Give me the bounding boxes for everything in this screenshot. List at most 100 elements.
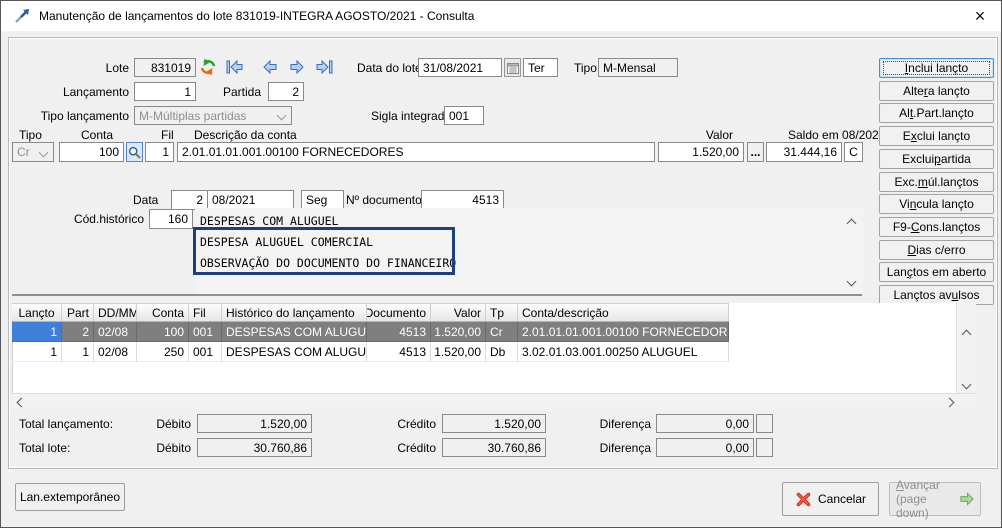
- debito-label: Débito: [156, 441, 191, 455]
- scroll-down-icon[interactable]: [961, 379, 972, 390]
- side-button-3[interactable]: Al t .Part.lançto: [879, 103, 994, 123]
- sigla-integrada-label: Sigla integrada: [371, 109, 452, 123]
- side-button-9[interactable]: Dias c/erro: [879, 240, 994, 260]
- lote-field[interactable]: 831019: [134, 58, 196, 77]
- entry-saldo-field[interactable]: 31.444,16: [766, 142, 842, 162]
- grid-header-cell[interactable]: Documento: [367, 303, 431, 322]
- data-month-field[interactable]: 08/2021: [207, 190, 294, 210]
- table-cell: 3.02.01.03.001.00250 ALUGUEL: [518, 342, 729, 362]
- grid-header-cell[interactable]: DD/MM: [94, 303, 137, 322]
- scroll-up-icon[interactable]: [846, 218, 857, 229]
- refresh-button[interactable]: [199, 58, 217, 76]
- table-cell: 1: [62, 342, 94, 362]
- nav-prev-button[interactable]: [261, 59, 278, 75]
- partida-label: Partida: [223, 85, 262, 99]
- table-cell: Cr: [486, 322, 518, 342]
- advance-button[interactable]: Avançar (page down): [889, 478, 981, 520]
- grid-horizontal-scrollbar[interactable]: [12, 393, 975, 410]
- window-title: Manutenção de lançamentos do lote 831019…: [39, 9, 475, 23]
- saldo-dc-field[interactable]: C: [844, 142, 863, 162]
- nav-first-button[interactable]: [226, 59, 243, 75]
- grid-vertical-scrollbar[interactable]: [956, 303, 976, 393]
- entry-tipo-select[interactable]: Cr: [12, 142, 54, 162]
- grid-header-cell[interactable]: Valor: [431, 303, 486, 322]
- data-day-field[interactable]: 2: [171, 190, 208, 210]
- advance-label: Avançar (page down): [896, 478, 959, 520]
- data-weekday-field[interactable]: Seg: [301, 190, 344, 210]
- table-cell: 2.01.01.01.001.00100 FORNECEDORES: [518, 322, 729, 342]
- nav-next-button[interactable]: [289, 59, 306, 75]
- grid-header-cell[interactable]: Histórico do lançamento: [222, 303, 367, 322]
- entry-fil-label: Fil: [161, 128, 174, 142]
- total-lancamento-label: Total lançamento:: [19, 417, 114, 431]
- lancamento-field[interactable]: 1: [134, 82, 196, 101]
- tipo-lancamento-select[interactable]: M-Múltiplas partidas: [134, 106, 292, 125]
- grid-header-cell[interactable]: Conta/descrição: [518, 303, 729, 322]
- total-lote-dc-field: [756, 438, 773, 457]
- nav-last-button[interactable]: [316, 59, 333, 75]
- calendar-button[interactable]: [504, 58, 521, 77]
- grid-header-cell[interactable]: Conta: [137, 303, 189, 322]
- grid-header-cell[interactable]: Tp: [486, 303, 518, 322]
- partida-field[interactable]: 2: [268, 82, 304, 101]
- credito-label: Crédito: [397, 417, 436, 431]
- scroll-down-icon[interactable]: [846, 276, 857, 287]
- data-do-lote-field[interactable]: 31/08/2021: [418, 58, 502, 77]
- table-cell: 250: [137, 342, 189, 362]
- side-button-1[interactable]: Inclui lançto: [879, 58, 994, 78]
- entry-tipo-label: Tipo: [19, 128, 42, 142]
- conta-search-button[interactable]: [126, 142, 143, 162]
- grid-header-cell[interactable]: Fil: [189, 303, 222, 322]
- cancel-button[interactable]: Cancelar: [782, 482, 879, 516]
- entry-valor-field[interactable]: 1.520,00: [658, 142, 744, 162]
- next-record-icon: [290, 60, 304, 74]
- total-lote-label: Total lote:: [19, 441, 71, 455]
- scroll-left-icon[interactable]: [16, 397, 27, 408]
- debito-label: Débito: [156, 417, 191, 431]
- entry-tipo-value: Cr: [17, 145, 30, 159]
- memo-separator: [12, 294, 862, 296]
- entry-conta-field[interactable]: 100: [59, 142, 124, 162]
- side-button-11[interactable]: Lançtos av u lsos: [879, 285, 994, 305]
- app-icon: [14, 8, 30, 24]
- grid-header-cell[interactable]: Lançto: [12, 303, 62, 322]
- data-lote-weekday-field[interactable]: Ter: [523, 58, 558, 77]
- grid-header-cell[interactable]: Part: [62, 303, 94, 322]
- table-cell: 1: [12, 342, 62, 362]
- side-button-2[interactable]: Alte r a lançto: [879, 81, 994, 101]
- side-button-4[interactable]: Ex clui lançto: [879, 126, 994, 146]
- table-cell: DESPESAS COM ALUGUEL: [222, 342, 367, 362]
- scroll-up-icon[interactable]: [961, 329, 972, 340]
- calendar-icon: [506, 62, 519, 74]
- cod-historico-field[interactable]: 160: [149, 209, 193, 229]
- side-button-7[interactable]: Vi n cula lançto: [879, 194, 994, 214]
- total-lancamento-diferenca-field: 0,00: [656, 414, 754, 433]
- valor-more-button[interactable]: ...: [747, 142, 764, 162]
- table-cell: 02/08: [94, 322, 137, 342]
- tipo-lancamento-label: Tipo lançamento: [40, 109, 129, 123]
- side-button-8[interactable]: F9- Cons.lançtos: [879, 217, 994, 237]
- close-button[interactable]: ×: [965, 4, 995, 28]
- sigla-integrada-field[interactable]: 001: [444, 106, 484, 125]
- documento-field[interactable]: 4513: [421, 190, 504, 210]
- table-cell: 4513: [367, 322, 431, 342]
- entry-conta-label: Conta: [81, 128, 114, 142]
- advance-line1: Avançar: [896, 478, 940, 492]
- entry-fil-field[interactable]: 1: [145, 142, 174, 162]
- side-button-6[interactable]: Exc. m úl.lançtos: [879, 172, 994, 192]
- table-cell: 001: [189, 322, 222, 342]
- table-row[interactable]: 1 1 02/08 250 001 DESPESAS COM ALUGUEL 4513 1.5…: [12, 342, 729, 362]
- entry-descricao-field[interactable]: 2.01.01.01.001.00100 FORNECEDORES: [177, 142, 655, 162]
- side-button-10[interactable]: Lan ç tos em aberto: [879, 262, 994, 282]
- side-button-5[interactable]: Exclui p artida: [879, 149, 994, 169]
- lan-extemporaneo-button[interactable]: Lan.extemporâneo: [15, 483, 125, 511]
- table-cell: 2: [62, 322, 94, 342]
- data-do-lote-label: Data do lote: [357, 61, 422, 75]
- tipo-field[interactable]: M-Mensal: [598, 58, 678, 77]
- table-cell: 02/08: [94, 342, 137, 362]
- total-lancamento-credito-field: 1.520,00: [442, 414, 546, 433]
- scroll-right-icon[interactable]: [944, 397, 955, 408]
- lote-label: Lote: [105, 61, 129, 75]
- table-row[interactable]: 1 2 02/08 100 001 DESPESAS COM ALUGUEL 4513 1.5…: [12, 322, 729, 342]
- table-cell: DESPESAS COM ALUGUEL: [222, 322, 367, 342]
